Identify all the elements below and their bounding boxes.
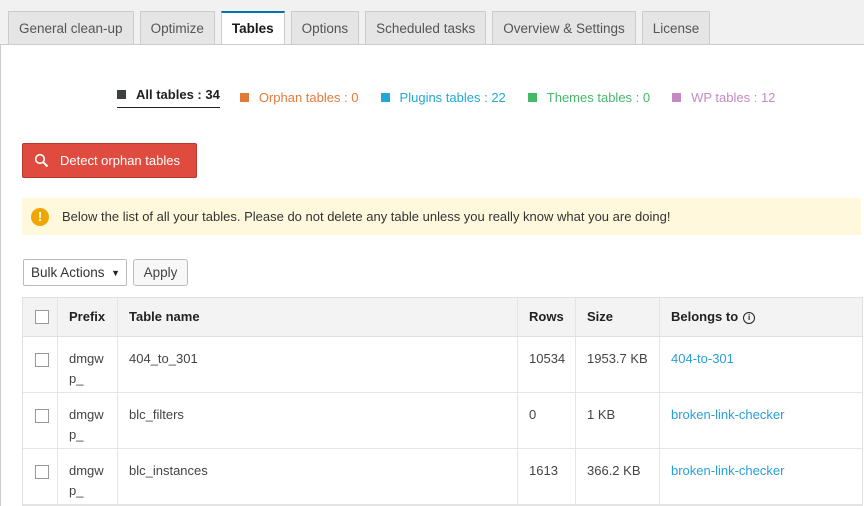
row-checkbox[interactable] [35,464,49,479]
tab-general-clean-up[interactable]: General clean-up [8,11,134,44]
row-checkbox-cell [23,393,58,448]
filter-orphan-label: Orphan tables : 0 [258,90,359,105]
filter-themes-tables[interactable]: Themes tables : 0 [527,90,651,105]
detect-orphan-tables-button[interactable]: Detect orphan tables [22,143,197,178]
row-prefix: dmgw p_ [58,393,118,448]
plugins-tables-marker [380,93,390,102]
row-rows: 0 [518,393,576,448]
row-rows: 10534 [518,337,576,392]
bulk-actions-select[interactable]: Bulk Actions ▼ [23,259,127,286]
table-row: dmgw p_ 404_to_301 10534 1953.7 KB 404-to… [23,337,862,393]
all-tables-marker [117,90,126,99]
row-size: 366.2 KB [576,449,660,504]
table-filters: All tables : 34 Orphan tables : 0 Plugin… [117,87,775,108]
row-belongs-to: broken-link-checker [660,449,862,504]
tab-overview-settings[interactable]: Overview & Settings [492,11,636,44]
detect-button-label: Detect orphan tables [60,153,180,168]
select-all-checkbox[interactable] [35,309,49,324]
belongs-to-link[interactable]: broken-link-checker [671,407,784,422]
warning-notice: ! Below the list of all your tables. Ple… [22,198,861,235]
tab-scheduled-tasks[interactable]: Scheduled tasks [365,11,487,44]
row-belongs-to: 404-to-301 [660,337,862,392]
row-size: 1 KB [576,393,660,448]
header-prefix[interactable]: Prefix [58,298,118,336]
header-belongs-to[interactable]: Belongs to i [660,298,862,336]
prefix-line-1: dmgw [69,407,104,422]
tab-tables[interactable]: Tables [220,11,285,45]
tab-license[interactable]: License [641,11,711,44]
row-belongs-to: broken-link-checker [660,393,862,448]
tab-optimize[interactable]: Optimize [139,11,215,44]
table-header: Prefix Table name Rows Size Belongs to i [23,298,862,337]
row-size: 1953.7 KB [576,337,660,392]
row-prefix: dmgw p_ [58,337,118,392]
tab-options[interactable]: Options [290,11,360,44]
orphan-tables-marker [239,93,249,102]
filter-plugins-label: Plugins tables : 22 [399,90,506,105]
belongs-to-link[interactable]: broken-link-checker [671,463,784,478]
filter-all-tables[interactable]: All tables : 34 [117,87,220,108]
themes-tables-marker [527,93,537,102]
search-icon [34,153,49,168]
info-icon[interactable]: i [743,312,756,324]
tables-table: Prefix Table name Rows Size Belongs to i … [22,297,863,506]
table-row: dmgw p_ blc_instances 1613 366.2 KB broke… [23,449,862,505]
prefix-line-2: p_ [69,483,84,498]
filter-wp-tables[interactable]: WP tables : 12 [672,90,775,105]
wp-tables-marker [672,93,682,102]
warning-icon: ! [31,207,49,226]
row-table-name: 404_to_301 [118,337,518,392]
tab-divider [0,44,864,45]
row-checkbox[interactable] [35,408,49,423]
row-table-name: blc_filters [118,393,518,448]
notice-text: Below the list of all your tables. Pleas… [62,209,671,224]
row-prefix: dmgw p_ [58,449,118,504]
filter-plugins-tables[interactable]: Plugins tables : 22 [380,90,506,105]
row-checkbox[interactable] [35,352,49,367]
header-rows[interactable]: Rows [518,298,576,336]
prefix-line-2: p_ [69,371,84,386]
tab-bar: General clean-up Optimize Tables Options… [8,11,716,45]
table-row: dmgw p_ blc_filters 0 1 KB broken-link-ch… [23,393,862,449]
row-table-name: blc_instances [118,449,518,504]
prefix-line-1: dmgw [69,351,104,366]
header-table-name[interactable]: Table name [118,298,518,336]
row-checkbox-cell [23,337,58,392]
filter-wp-label: WP tables : 12 [691,90,776,105]
apply-button[interactable]: Apply [133,259,188,286]
header-belongs-label: Belongs to [671,309,739,324]
filter-all-label: All tables : 34 [136,87,220,102]
filter-orphan-tables[interactable]: Orphan tables : 0 [239,90,359,105]
caret-down-icon: ▼ [111,267,120,278]
header-size[interactable]: Size [576,298,660,336]
filter-themes-label: Themes tables : 0 [546,90,651,105]
bulk-actions-value: Bulk Actions [31,265,105,280]
belongs-to-link[interactable]: 404-to-301 [671,351,734,366]
prefix-line-1: dmgw [69,463,104,478]
prefix-line-2: p_ [69,427,84,442]
row-rows: 1613 [518,449,576,504]
header-checkbox-cell [23,298,58,336]
row-checkbox-cell [23,449,58,504]
